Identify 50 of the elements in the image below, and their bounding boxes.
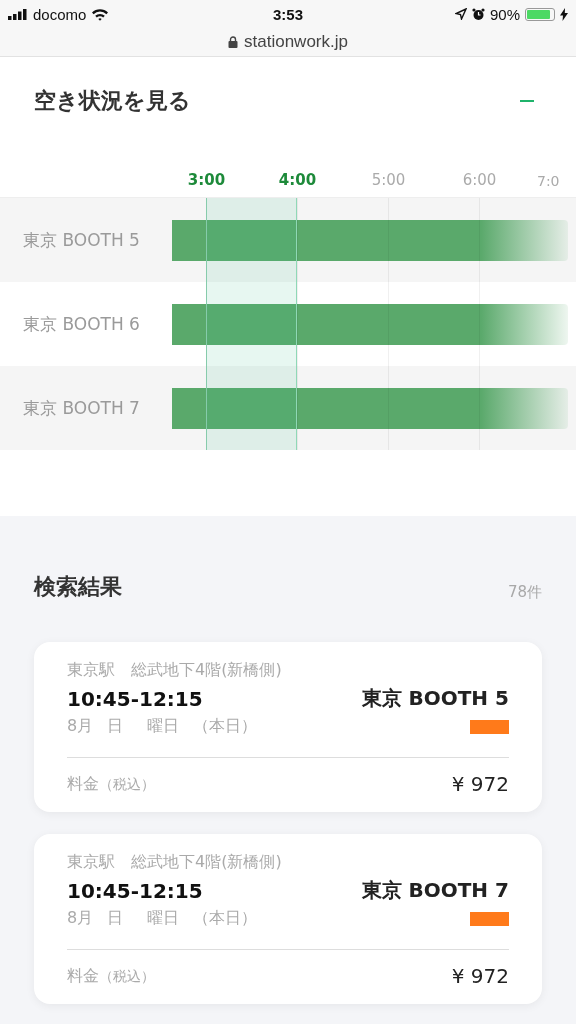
time-label: 4:00 xyxy=(277,171,318,189)
tax-note: （税込） xyxy=(99,967,155,984)
minus-icon xyxy=(520,100,534,102)
date-month: 8月 xyxy=(67,908,94,929)
date-day: 日 xyxy=(107,908,124,929)
time-label: 6:00 xyxy=(461,171,498,189)
booth-name: 東京 BOOTH 7 xyxy=(361,877,509,904)
location-text: 総武地下4階(新橋側) xyxy=(131,660,282,681)
price: ¥ 972 xyxy=(451,964,509,988)
lock-icon xyxy=(228,36,239,48)
booth-name: 東京 BOOTH 6 xyxy=(22,312,141,336)
location-arrow-icon xyxy=(454,8,467,20)
time-range: 10:45-12:15 xyxy=(67,686,203,711)
battery-percent: 90% xyxy=(489,5,520,23)
battery-icon xyxy=(525,7,555,21)
signal-icon xyxy=(8,8,28,20)
time-range: 10:45-12:15 xyxy=(67,878,203,903)
time-label: 7:0 xyxy=(537,173,560,189)
booth-name: 東京 BOOTH 7 xyxy=(22,396,141,420)
date-weekday: 曜日 xyxy=(147,716,180,737)
section-title: 空き状況を見る xyxy=(34,87,191,115)
wifi-icon xyxy=(91,7,110,21)
availability-bar[interactable] xyxy=(172,303,568,345)
carrier-name: docomo xyxy=(33,5,87,23)
section-title: 検索結果 xyxy=(34,573,122,601)
url-text[interactable]: stationwork.jp xyxy=(244,32,348,52)
date-month: 8月 xyxy=(67,716,94,737)
result-count: 78件 xyxy=(507,583,542,602)
station-name: 東京駅 xyxy=(67,852,115,873)
date-weekday: 曜日 xyxy=(147,908,180,929)
time-label: 5:00 xyxy=(370,171,407,189)
price: ¥ 972 xyxy=(451,772,509,796)
clock-time: 3:53 xyxy=(273,5,303,23)
charging-bolt-icon xyxy=(560,7,568,21)
result-card[interactable]: 東京駅 総武地下4階(新橋側) 10:45-12:15 東京 BOOTH 7 8月 日 曜日 （本日） 料金（税込） ¥ 972 xyxy=(34,834,542,1004)
booth-name: 東京 BOOTH 5 xyxy=(22,228,141,252)
result-card[interactable]: 東京駅 総武地下4階(新橋側) 10:45-12:15 東京 BOOTH 5 8月 日 曜日 （本日） 料金（税込） ¥ 972 xyxy=(34,642,542,812)
alarm-clock-icon xyxy=(471,7,485,21)
price-label: 料金 xyxy=(67,965,99,985)
location-text: 総武地下4階(新橋側) xyxy=(131,852,282,873)
availability-bar[interactable] xyxy=(172,219,568,261)
price-label: 料金 xyxy=(67,773,99,793)
today-label: （本日） xyxy=(193,716,258,737)
time-label: 3:00 xyxy=(186,171,227,189)
availability-bar[interactable] xyxy=(172,387,568,429)
today-label: （本日） xyxy=(193,908,258,929)
station-name: 東京駅 xyxy=(67,660,115,681)
date-day: 日 xyxy=(107,716,124,737)
tax-note: （税込） xyxy=(99,775,155,792)
booth-name: 東京 BOOTH 5 xyxy=(361,685,509,712)
